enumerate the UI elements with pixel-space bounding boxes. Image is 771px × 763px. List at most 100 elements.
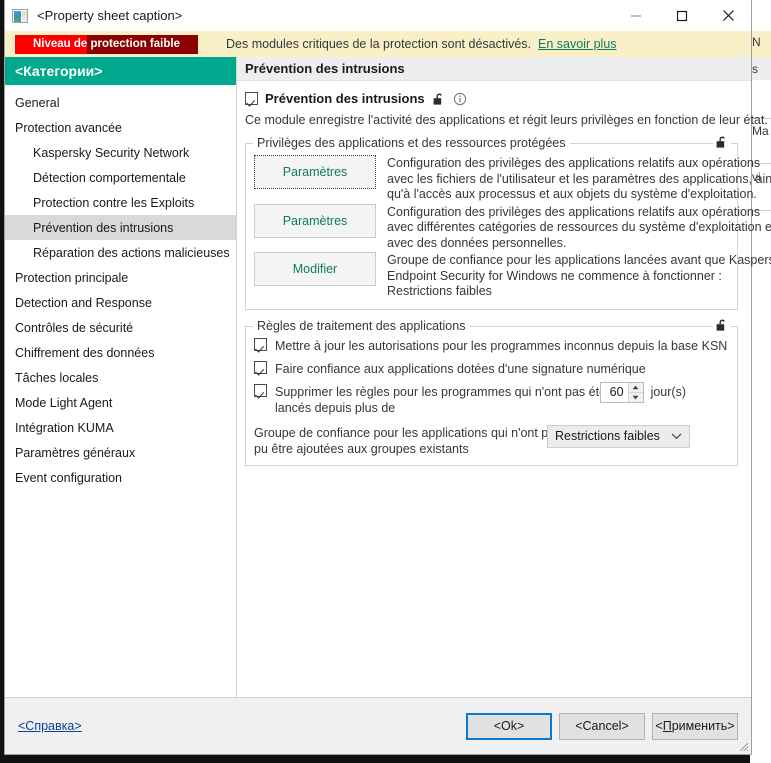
- description-line: Endpoint Security for Windows ne commenc…: [387, 268, 722, 283]
- categories-list: General Protection avancée Kaspersky Secur…: [5, 85, 236, 490]
- rule-checkbox-3[interactable]: [254, 383, 267, 397]
- settings-content: Prévention des intrusions Prévention des…: [237, 57, 771, 697]
- rule-label-line: lancés depuis plus de: [275, 400, 396, 415]
- learn-more-link[interactable]: En savoir plus: [538, 37, 617, 51]
- banner-message: Des modules critiques de la protection s…: [226, 37, 532, 51]
- info-circle-icon[interactable]: [453, 92, 467, 106]
- privilege-row: Paramètres Configuration des privilèges d…: [254, 155, 771, 203]
- sidebar-item-label: Kaspersky Security Network: [33, 145, 190, 160]
- description-line: Groupe de confiance pour les application…: [387, 253, 771, 267]
- privilege-description: Configuration des privilèges des applica…: [387, 204, 771, 252]
- privilege-description: Configuration des privilèges des applica…: [387, 155, 771, 203]
- rule-label: Mettre à jour les autorisations pour les…: [275, 338, 727, 354]
- sidebar-item-mode-light-agent[interactable]: Mode Light Agent: [5, 390, 236, 415]
- description-line: avec des données personnelles.: [387, 235, 567, 250]
- rule-label: Supprimer les règles pour les programmes…: [275, 384, 606, 416]
- rule-checkbox-2[interactable]: [254, 360, 267, 374]
- trust-group-select-value: Restrictions faibles: [555, 429, 660, 443]
- sidebar-item-protection-avanc-e[interactable]: Protection avancée: [5, 115, 236, 140]
- sidebar-item-protection-principale[interactable]: Protection principale: [5, 265, 236, 290]
- apply-accelerator: П: [662, 719, 672, 733]
- unlocked-padlock-icon[interactable]: [432, 92, 446, 106]
- spinner-up-icon[interactable]: [628, 382, 643, 393]
- background-window-fragment: s: [752, 62, 758, 76]
- rule-label: Faire confiance aux applications dotées …: [275, 361, 646, 377]
- window-controls: [613, 0, 751, 31]
- description-line: qu'à l'accès aux processus et aux objets…: [387, 187, 757, 201]
- trust-group-label-line: Groupe de confiance pour les application…: [254, 425, 562, 440]
- ok-button[interactable]: <Ok>: [466, 712, 552, 740]
- sidebar-item-label: Prévention des intrusions: [33, 220, 174, 235]
- categories-sidebar: <Категории> General Protection avancée Kas…: [5, 57, 237, 697]
- dialog-buttons: <Ok> <Cancel> < Применить>: [466, 712, 738, 740]
- sidebar-item-event-configuration[interactable]: Event configuration: [5, 465, 236, 490]
- days-spinner-unit: jour(s): [650, 385, 686, 399]
- sidebar-item-label: Mode Light Agent: [15, 395, 113, 410]
- cancel-button[interactable]: <Cancel>: [559, 712, 645, 740]
- days-spinner-arrows: [627, 382, 643, 402]
- protection-status-banner: Niveau de protection faible Des modules …: [5, 31, 751, 57]
- page-title: Prévention des intrusions: [245, 61, 405, 76]
- resize-grip[interactable]: [737, 740, 749, 752]
- sidebar-item-r-paration-des-actions-malicieuses[interactable]: Réparation des actions malicieuses: [5, 240, 236, 265]
- description-line: Configuration des privilèges des applica…: [387, 204, 761, 219]
- sidebar-item-label: Détection comportementale: [33, 170, 186, 185]
- categories-header-label: <Категории>: [15, 63, 103, 79]
- sidebar-item-label: Protection avancée: [15, 120, 123, 135]
- apply-button[interactable]: < Применить>: [652, 712, 738, 740]
- rule-checkbox-1[interactable]: [254, 337, 267, 351]
- sidebar-item-int-gration-kuma[interactable]: Intégration KUMA: [5, 415, 236, 440]
- sidebar-item-detection-and-response[interactable]: Detection and Response: [5, 290, 236, 315]
- sidebar-item-kaspersky-security-network[interactable]: Kaspersky Security Network: [5, 140, 236, 165]
- privilege-description: Groupe de confiance pour les application…: [387, 252, 771, 300]
- trust-group-label: Groupe de confiance pour les application…: [254, 425, 562, 457]
- privilege-paramètres-button-1[interactable]: Paramètres: [254, 155, 376, 189]
- privilege-paramètres-button-2[interactable]: Paramètres: [254, 203, 376, 238]
- sidebar-item-d-tection-comportementale[interactable]: Détection comportementale: [5, 165, 236, 190]
- days-spinner-wrapper: 60 jour(s): [599, 381, 686, 403]
- group-rules: Règles de traitement des applications Me…: [245, 317, 738, 466]
- protection-level-bar: Niveau de protection faible: [15, 34, 198, 54]
- help-link[interactable]: <Справка>: [18, 719, 82, 733]
- module-enable-checkbox[interactable]: [245, 92, 258, 105]
- sidebar-item-param-tres-g-n-raux[interactable]: Paramètres généraux: [5, 440, 236, 465]
- days-spinner[interactable]: 60: [599, 381, 644, 403]
- sidebar-item-label: Intégration KUMA: [15, 420, 114, 435]
- unlocked-padlock-icon[interactable]: [713, 317, 731, 332]
- sidebar-item-t-ches-locales[interactable]: Tâches locales: [5, 365, 236, 390]
- rule-row: Faire confiance aux applications dotées …: [254, 360, 729, 377]
- sidebar-item-protection-contre-les-exploits[interactable]: Protection contre les Exploits: [5, 190, 236, 215]
- sidebar-item-chiffrement-des-donn-es[interactable]: Chiffrement des données: [5, 340, 236, 365]
- close-icon[interactable]: [705, 0, 751, 31]
- sidebar-item-label: Contrôles de sécurité: [15, 320, 134, 335]
- sidebar-item-contr-les-de-s-curit[interactable]: Contrôles de sécurité: [5, 315, 236, 340]
- module-enable-label: Prévention des intrusions: [265, 91, 425, 106]
- days-spinner-value[interactable]: 60: [601, 385, 628, 399]
- spinner-down-icon[interactable]: [628, 392, 643, 402]
- rule-label-line: Supprimer les règles pour les programmes…: [275, 384, 607, 399]
- background-window-titlebar: [750, 0, 771, 31]
- sidebar-item-label: Protection contre les Exploits: [33, 195, 195, 210]
- trust-group-select[interactable]: Restrictions faibles: [547, 424, 690, 448]
- minimize-icon[interactable]: [613, 0, 659, 31]
- sidebar-item-label: Paramètres généraux: [15, 445, 136, 460]
- description-line: Restrictions faibles: [387, 284, 492, 298]
- trust-group-label-line: pu être ajoutées aux groupes existants: [254, 441, 469, 456]
- background-window-fragment: N: [752, 35, 761, 49]
- unlocked-padlock-icon[interactable]: [713, 135, 731, 149]
- maximize-icon[interactable]: [659, 0, 705, 31]
- chevron-down-icon: [671, 427, 682, 445]
- sidebar-item-label: Protection principale: [15, 270, 129, 285]
- privilege-rows: Paramètres Configuration des privilèges d…: [254, 155, 771, 300]
- content-inner: Prévention des intrusions Ce module enre…: [237, 81, 771, 466]
- description-line: avec les fichiers de l'utilisateur et le…: [387, 171, 771, 186]
- module-toggle-row: Prévention des intrusions: [245, 91, 738, 106]
- property-sheet-window: <Property sheet caption> Niveau de prote…: [4, 0, 771, 755]
- sidebar-item-pr-vention-des-intrusions[interactable]: Prévention des intrusions: [5, 215, 236, 240]
- privilege-modifier-button-3[interactable]: Modifier: [254, 252, 376, 286]
- sidebar-item-general[interactable]: General: [5, 90, 236, 115]
- description-line: avec différentes catégories de ressource…: [387, 220, 771, 234]
- window-body: <Категории> General Protection avancée Kas…: [5, 57, 771, 697]
- window-title: <Property sheet caption>: [37, 8, 183, 23]
- privilege-row: Modifier Groupe de confiance pour les app…: [254, 252, 771, 300]
